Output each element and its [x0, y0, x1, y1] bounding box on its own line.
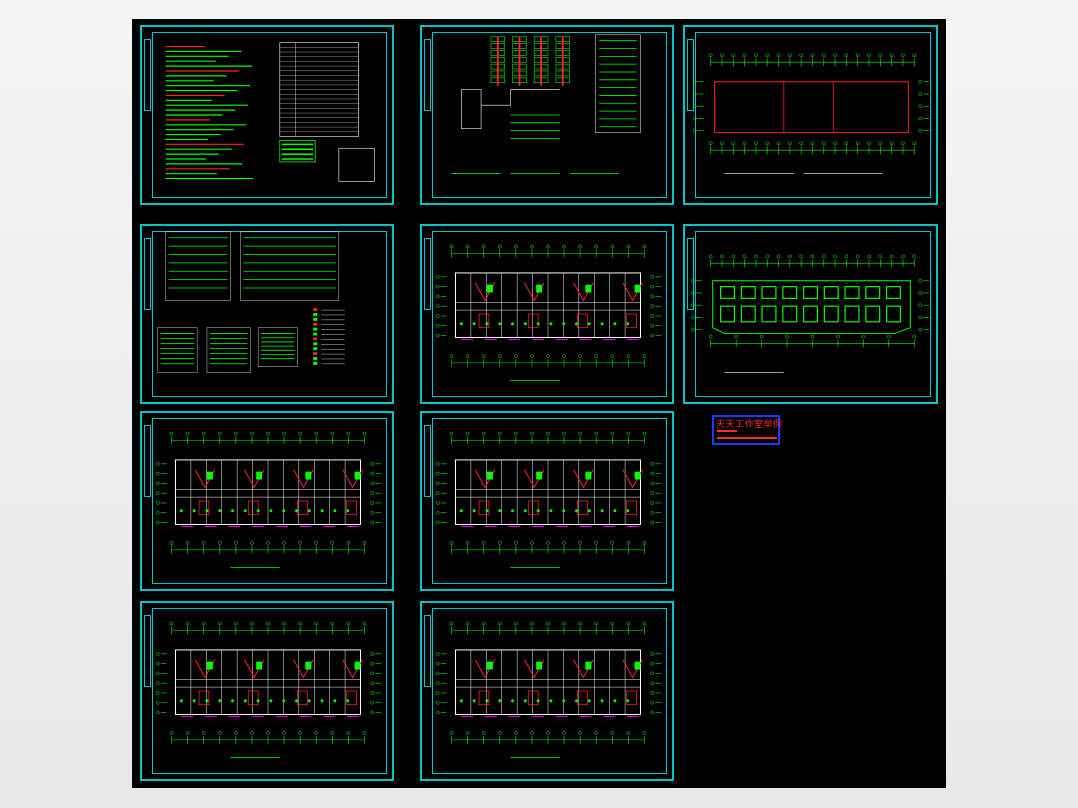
- sheet-floor-plan-c[interactable]: [420, 411, 674, 591]
- sheet-floor-plan-e[interactable]: [420, 601, 674, 781]
- drawing-canvas[interactable]: 天天工作室举例: [132, 19, 946, 788]
- stamp-title: 天天工作室举例: [716, 420, 783, 430]
- sheet-distribution-schedules[interactable]: [140, 224, 394, 404]
- sheet-foundation-plan[interactable]: [683, 224, 938, 404]
- sheet-roof-plan[interactable]: [683, 25, 938, 205]
- sheet-design-notes[interactable]: [140, 25, 394, 205]
- sheet-floor-plan-a[interactable]: [420, 224, 674, 404]
- sheet-floor-plan-d[interactable]: [140, 601, 394, 781]
- sheet-floor-plan-b[interactable]: [140, 411, 394, 591]
- studio-stamp: 天天工作室举例: [712, 415, 783, 445]
- sheet-system-diagram[interactable]: [420, 25, 674, 205]
